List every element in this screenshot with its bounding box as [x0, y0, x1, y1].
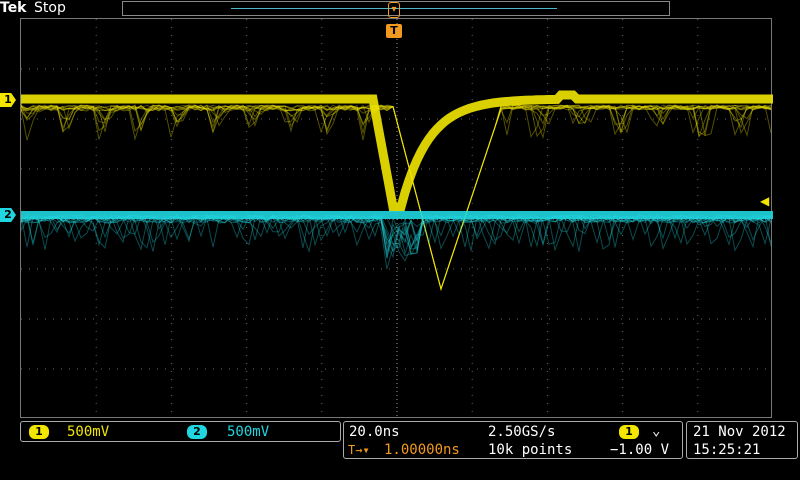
graticule	[20, 18, 773, 419]
channel-1-scale: 500mV	[67, 424, 110, 440]
channel-readouts[interactable]: 1 500mV 2 500mV	[20, 421, 341, 442]
channel-2-scale: 500mV	[227, 424, 270, 440]
date-time-readout: 21 Nov 2012 15:25:21	[686, 421, 798, 459]
horizontal-scale: 20.0ns	[349, 424, 400, 440]
date: 21 Nov 2012	[693, 424, 786, 440]
channel-2-ground-marker[interactable]: 2	[0, 208, 16, 222]
channel-1-badge: 1	[29, 425, 49, 439]
readout-bar: 1 500mV 2 500mV 20.0ns 2.50GS/s 1 ⌄ T→▾ …	[0, 419, 800, 480]
timebase-readouts[interactable]: 20.0ns 2.50GS/s 1 ⌄ T→▾ 1.00000ns 10k po…	[343, 421, 683, 459]
channel-1-ground-marker[interactable]: 1	[0, 93, 16, 107]
time: 15:25:21	[693, 442, 761, 458]
trigger-source-badge: 1	[619, 425, 639, 439]
record-length: 10k points	[488, 442, 573, 458]
trigger-level: −1.00 V	[610, 442, 670, 458]
channel-1-trace	[21, 103, 772, 291]
waveform-display	[21, 19, 773, 419]
falling-edge-icon: ⌄	[652, 423, 661, 439]
acquisition-state[interactable]: Stop	[34, 0, 66, 16]
status-bar: Tek Stop ▾	[0, 0, 800, 18]
trigger-position-icon: ▾	[388, 2, 400, 18]
brand-logo: Tek	[0, 0, 27, 16]
channel-2-badge: 2	[187, 425, 207, 439]
sample-rate: 2.50GS/s	[488, 424, 556, 440]
channel-2-trace	[21, 211, 773, 219]
trigger-delay: 1.00000ns	[384, 442, 460, 458]
trigger-delay-icon: T→▾	[348, 443, 370, 457]
